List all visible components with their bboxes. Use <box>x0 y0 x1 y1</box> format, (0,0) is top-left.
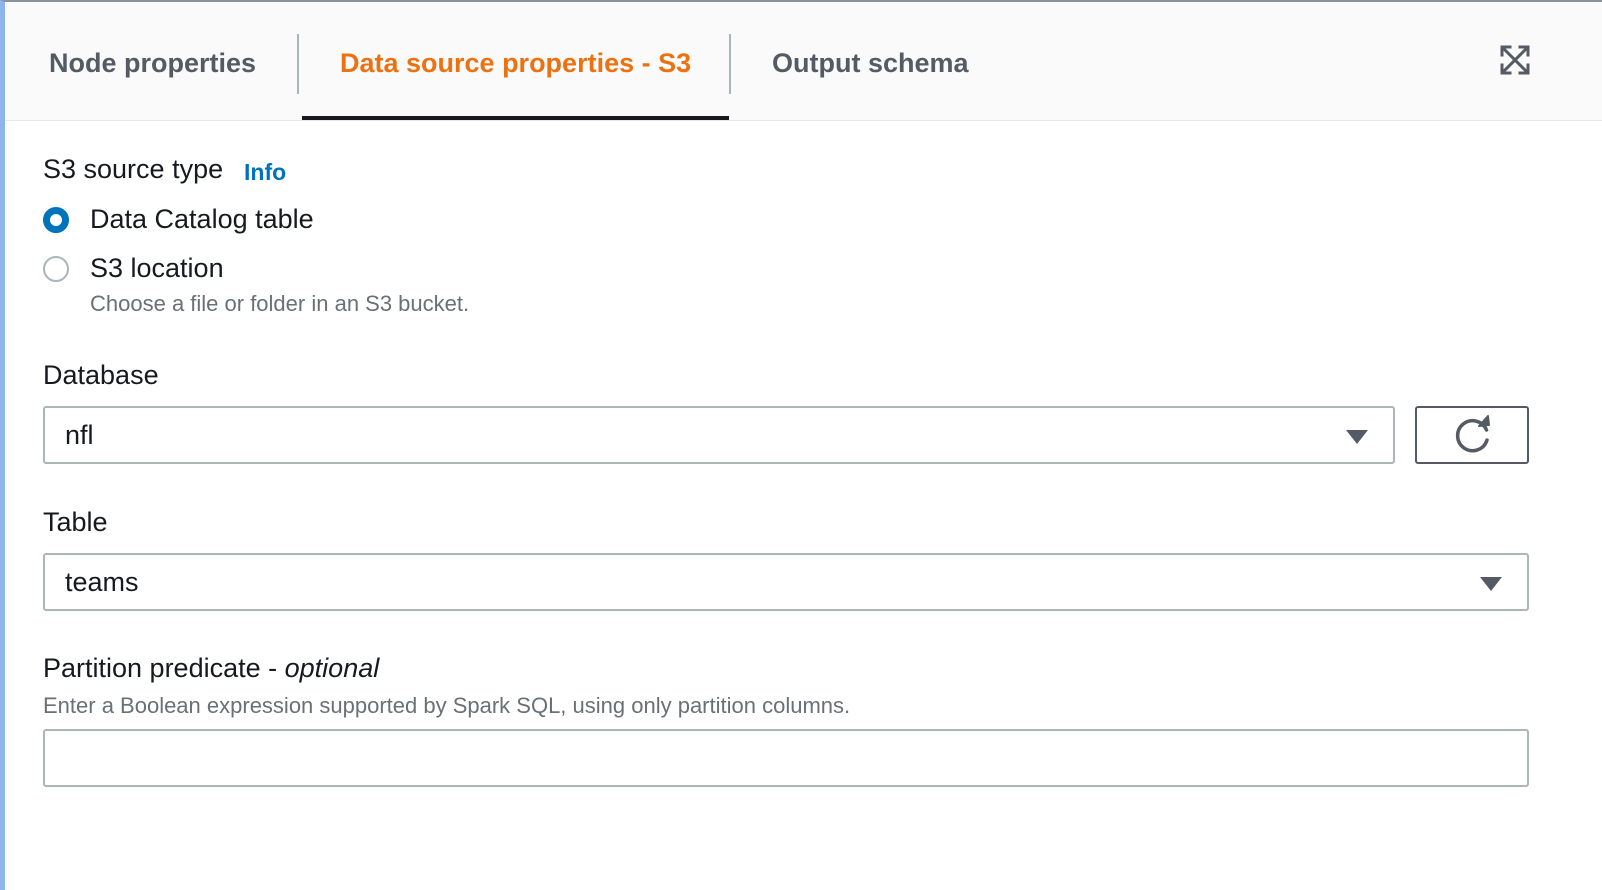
s3-location-description: Choose a file or folder in an S3 bucket. <box>90 291 470 316</box>
refresh-button[interactable] <box>1415 406 1529 464</box>
radio-s3-location[interactable] <box>43 256 69 282</box>
node-details-panel: Node properties Data source properties -… <box>0 0 1602 890</box>
info-link[interactable]: Info <box>244 159 286 186</box>
radio-data-catalog-table[interactable] <box>43 207 69 233</box>
tab-data-source-properties[interactable]: Data source properties - S3 <box>340 2 691 120</box>
database-select-value: nfl <box>65 420 94 450</box>
expand-arrows-icon[interactable] <box>1499 44 1531 76</box>
tab-divider <box>729 34 731 94</box>
tab-divider <box>297 34 299 94</box>
source-type-label: S3 source type <box>43 154 224 184</box>
caret-down-icon <box>1346 430 1368 444</box>
refresh-icon <box>1455 415 1490 453</box>
optional-label: optional <box>284 653 380 683</box>
tab-node-properties[interactable]: Node properties <box>49 2 256 120</box>
tab-output-schema[interactable]: Output schema <box>772 2 969 120</box>
partition-predicate-description: Enter a Boolean expression supported by … <box>43 693 851 718</box>
table-select[interactable]: teams <box>43 553 1529 611</box>
radio-label-s3-location[interactable]: S3 location <box>90 253 224 284</box>
partition-predicate-label-text: Partition predicate - <box>43 653 278 683</box>
database-select[interactable]: nfl <box>43 406 1395 464</box>
tab-bar: Node properties Data source properties -… <box>5 2 1602 121</box>
partition-predicate-input[interactable] <box>43 729 1529 787</box>
table-select-value: teams <box>65 567 139 597</box>
database-label: Database <box>43 360 159 390</box>
table-label: Table <box>43 507 108 537</box>
radio-label-data-catalog-table[interactable]: Data Catalog table <box>90 204 314 235</box>
active-tab-indicator <box>302 116 729 120</box>
caret-down-icon <box>1480 577 1502 591</box>
partition-predicate-label: Partition predicate - optional <box>43 653 379 684</box>
